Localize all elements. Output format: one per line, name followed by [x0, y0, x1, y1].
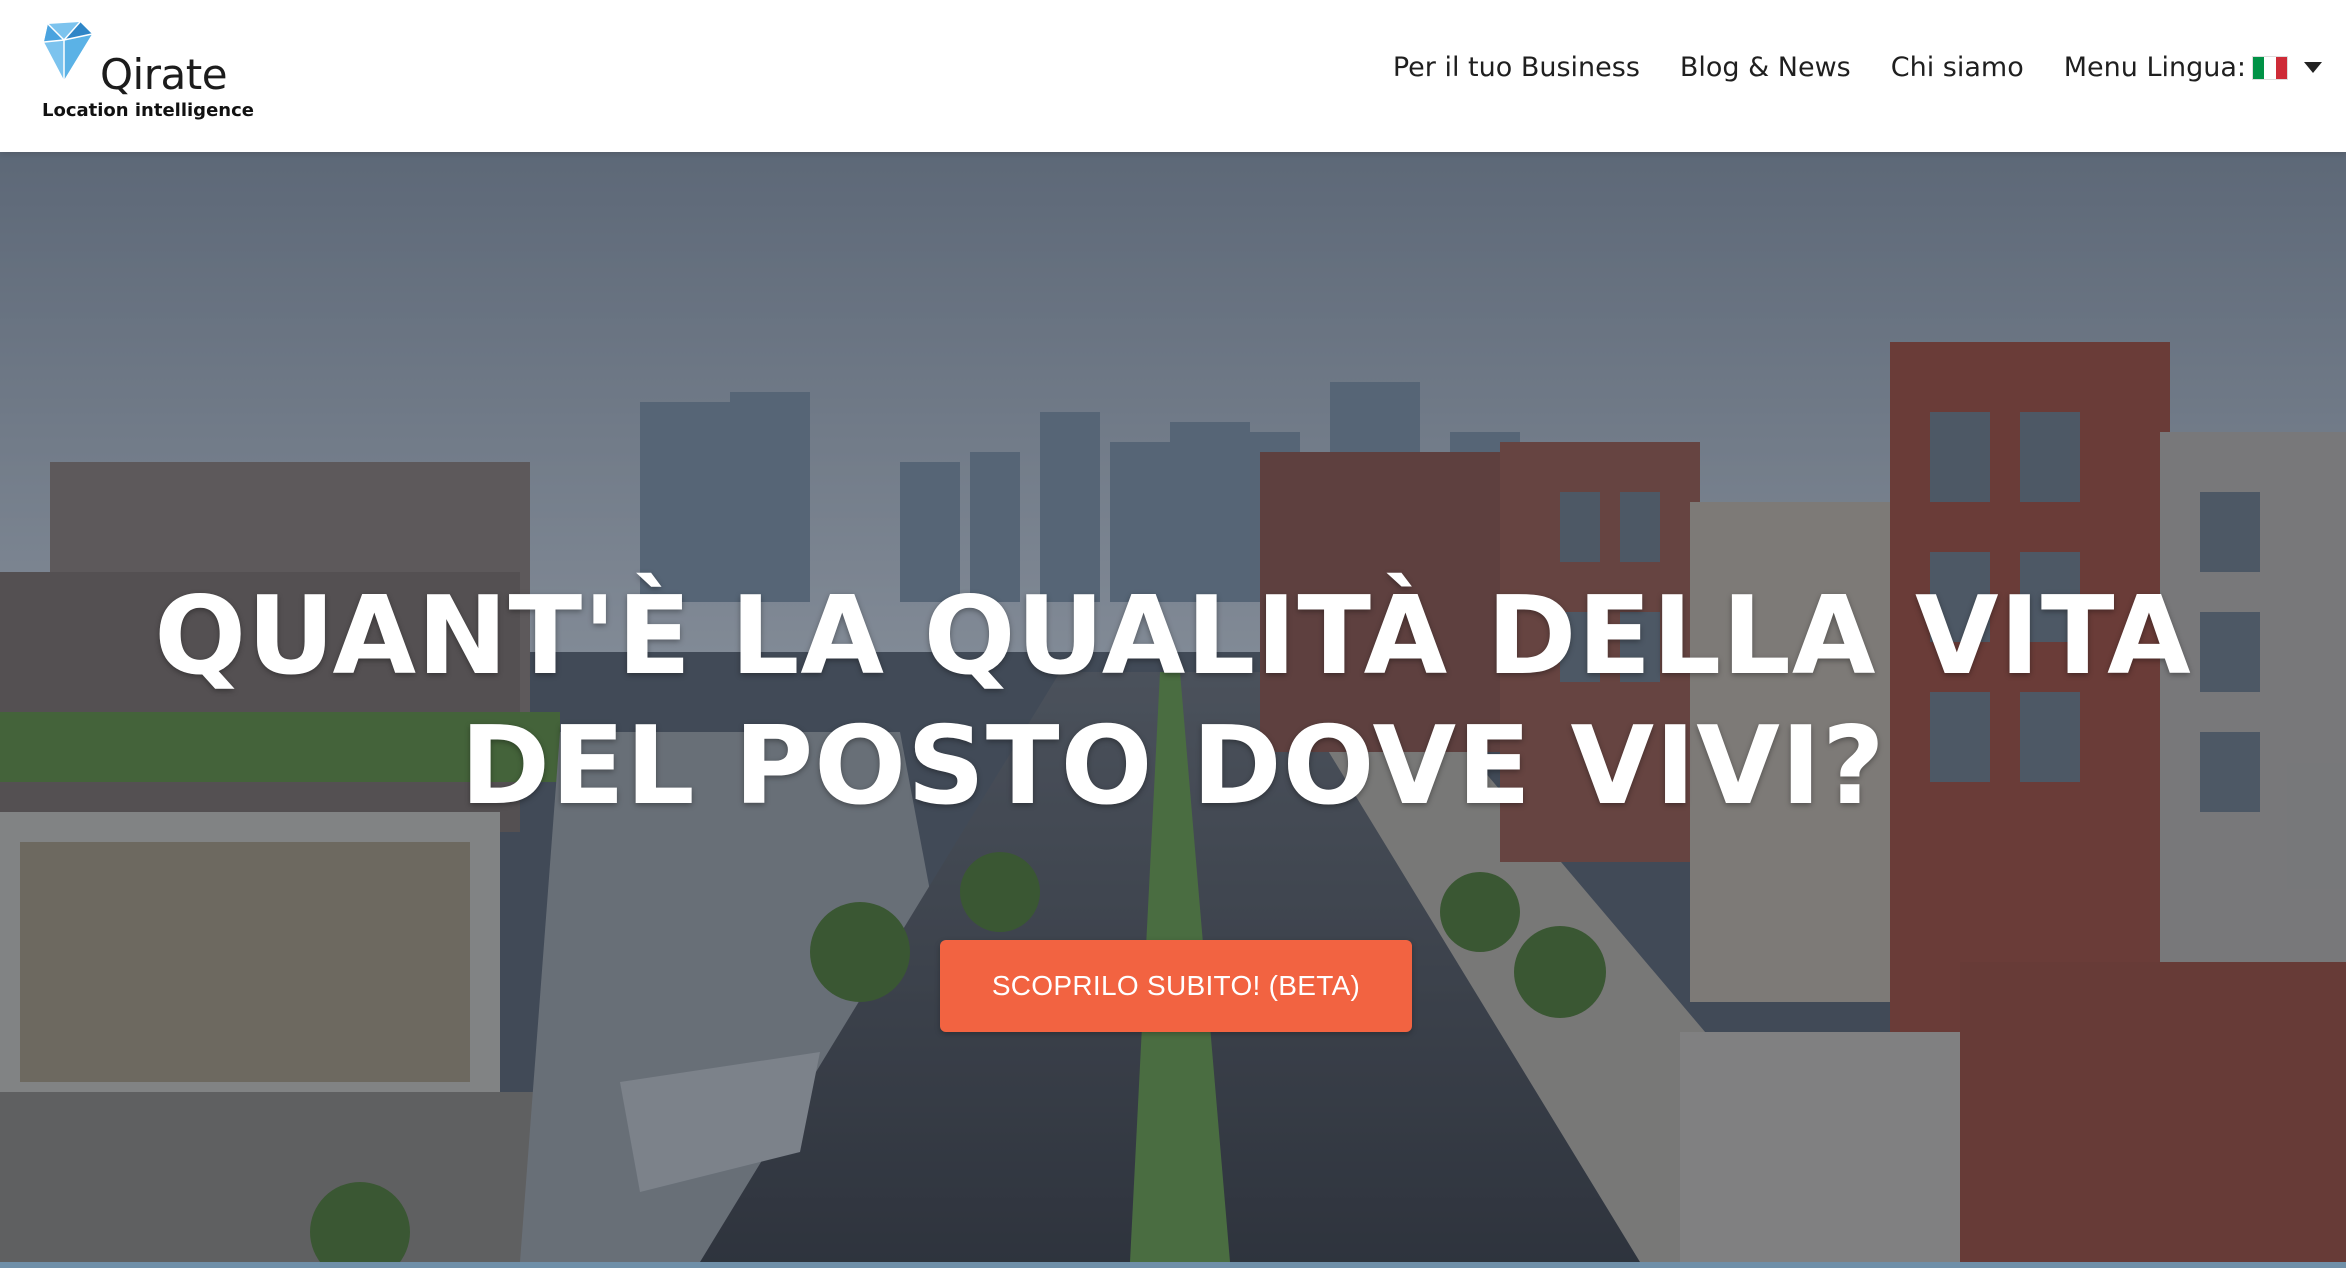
- nav-item-blog-news[interactable]: Blog & News: [1680, 52, 1851, 83]
- language-menu[interactable]: Menu Lingua:: [2064, 52, 2322, 83]
- diamond-logo-icon: [43, 21, 93, 80]
- navbar: Qirate Location intelligence Per il tuo …: [0, 0, 2346, 152]
- nav-item-chi-siamo[interactable]: Chi siamo: [1891, 52, 2024, 83]
- main-nav: Per il tuo Business Blog & News Chi siam…: [1393, 52, 2322, 83]
- hero-title: QUANT'È LA QUALITÀ DELLA VITA DEL POSTO …: [154, 574, 2192, 829]
- brand-name: Qirate: [100, 50, 228, 99]
- caret-down-icon: [2304, 62, 2322, 73]
- brand-logo-link[interactable]: Qirate Location intelligence: [40, 20, 300, 130]
- hero-section: QUANT'È LA QUALITÀ DELLA VITA DEL POSTO …: [0, 152, 2346, 1262]
- brand-tagline: Location intelligence: [42, 100, 254, 121]
- cta-button[interactable]: SCOPRILO SUBITO! (BETA): [940, 940, 1412, 1032]
- nav-item-business[interactable]: Per il tuo Business: [1393, 52, 1640, 83]
- bottom-strip: [0, 1262, 2346, 1268]
- language-menu-label: Menu Lingua:: [2063, 52, 2246, 83]
- italy-flag-icon: [2252, 55, 2288, 80]
